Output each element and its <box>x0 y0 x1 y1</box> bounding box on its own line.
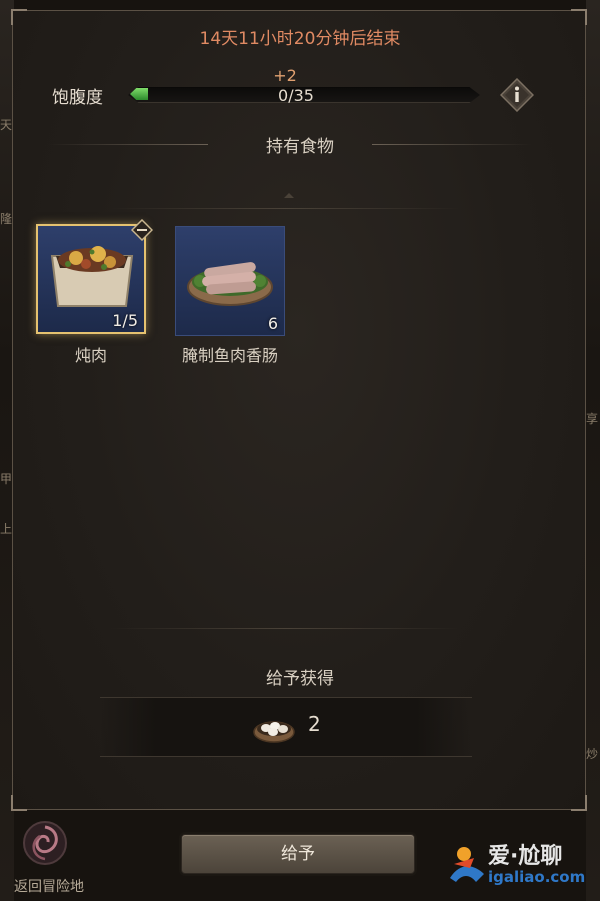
event-timer: 14天11小时20分钟后结束 <box>199 29 401 49</box>
food-item-stew[interactable]: 1/5 <box>36 224 146 334</box>
info-icon[interactable] <box>500 78 534 112</box>
item-quantity: 1/5 <box>112 311 138 330</box>
section-header: 持有食物 <box>0 132 600 157</box>
sausage-plate-icon <box>187 262 273 306</box>
return-to-adventure-label[interactable]: 返回冒险地 <box>14 876 84 896</box>
stew-bowl-icon <box>50 246 134 307</box>
give-button[interactable]: 给予 <box>181 834 415 874</box>
divider-line <box>110 628 462 629</box>
satiety-gain: +2 <box>273 66 297 85</box>
feed-panel <box>11 9 587 811</box>
item-name: 炖肉 <box>74 346 107 365</box>
satiety-label: 饱腹度 <box>52 88 103 108</box>
panel-corner <box>11 795 27 811</box>
side-mark: 享 <box>586 412 599 426</box>
side-mark: 隆 <box>0 212 13 226</box>
egg-bowl-icon <box>253 721 295 743</box>
item-quantity: 6 <box>267 314 278 333</box>
watermark-url: igaliao.com <box>488 868 586 886</box>
side-mark: 上 <box>0 522 13 536</box>
food-item-sausage[interactable]: 6 <box>175 226 285 336</box>
reward-count: 2 <box>308 712 321 736</box>
divider-line <box>110 208 462 209</box>
panel-corner <box>571 9 587 25</box>
satiety-count: 0/35 <box>278 86 314 105</box>
divider-line <box>372 144 532 145</box>
side-mark: 炒 <box>586 747 599 761</box>
item-name: 腌制鱼肉香肠 <box>181 346 278 365</box>
side-mark: 甲 <box>0 472 13 486</box>
watermark-text: 爱·尬聊 <box>488 844 563 869</box>
panel-corner <box>11 9 27 25</box>
portal-icon[interactable] <box>22 820 68 866</box>
reward-title: 给予获得 <box>266 669 334 689</box>
panel-corner <box>571 795 587 811</box>
divider-ornament <box>284 193 294 198</box>
side-mark: 天 <box>0 118 13 132</box>
remove-icon[interactable] <box>131 219 153 241</box>
